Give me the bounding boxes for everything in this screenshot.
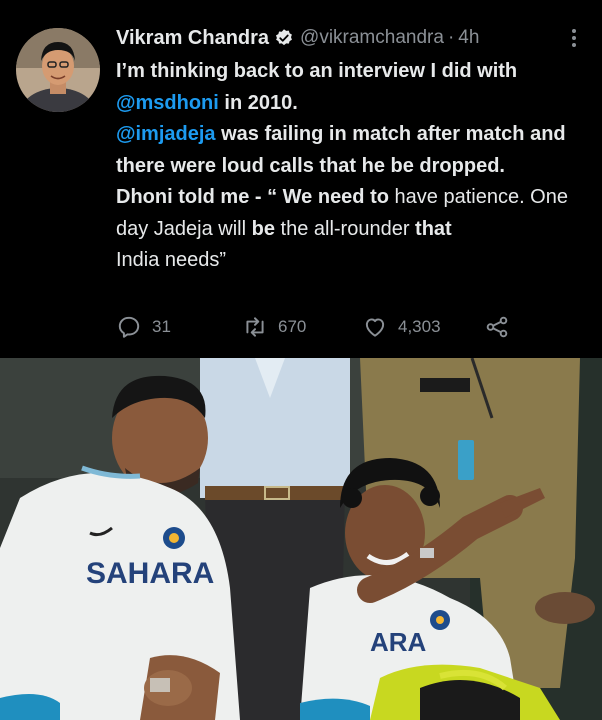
more-vertical-icon[interactable] — [562, 24, 586, 52]
reply-count: 31 — [152, 317, 171, 336]
text-segment: India needs” — [116, 249, 227, 271]
timestamp[interactable]: 4h — [458, 27, 479, 49]
tweet-card: Vikram Chandra @vikramchandra · 4h I’m t… — [0, 0, 602, 358]
photo-scene: SAHARA ARA — [0, 358, 602, 720]
like-count: 4,303 — [398, 317, 441, 336]
jersey-text: SAHARA — [86, 557, 214, 590]
mention-msdhoni[interactable]: @msdhoni — [116, 92, 219, 114]
share-icon — [486, 316, 508, 338]
tweet-text: I’m thinking back to an interview I did … — [116, 56, 594, 277]
text-segment: Dhoni told me - “ We need to — [116, 186, 389, 208]
tweet-actions: 31 670 4,303 — [116, 312, 556, 342]
heart-icon — [365, 318, 385, 337]
text-segment: in 2010. — [218, 91, 298, 114]
tweet-paragraph-1: I’m thinking back to an interview I did … — [116, 56, 594, 119]
tweet-header: Vikram Chandra @vikramchandra · 4h — [116, 24, 586, 52]
reply-button[interactable]: 31 — [116, 312, 171, 342]
mention-imjadeja[interactable]: @imjadeja — [116, 123, 216, 145]
retweet-button[interactable]: 670 — [242, 312, 306, 342]
text-segment: be — [251, 217, 275, 240]
separator-dot: · — [447, 27, 455, 48]
retweet-icon — [246, 317, 264, 337]
text-segment: the all-rounder — [274, 217, 416, 240]
author-handle[interactable]: @vikramchandra — [300, 27, 444, 49]
author-name[interactable]: Vikram Chandra — [116, 27, 269, 50]
avatar-image — [16, 28, 100, 112]
text-segment: I’m thinking back to an interview I did … — [116, 60, 518, 82]
like-button[interactable]: 4,303 — [362, 312, 441, 342]
tweet-paragraph-2: @imjadeja was failing in match after mat… — [116, 119, 594, 182]
tweet-paragraph-3: Dhoni told me - “ We need to have patien… — [116, 182, 594, 277]
text-segment: that — [415, 217, 452, 240]
verified-badge-icon — [274, 28, 294, 48]
avatar[interactable] — [16, 28, 100, 112]
retweet-count: 670 — [278, 317, 307, 336]
tweet-photo[interactable]: SAHARA ARA — [0, 358, 602, 720]
share-button[interactable] — [484, 312, 520, 342]
reply-icon — [118, 316, 140, 338]
svg-text:ARA: ARA — [370, 627, 427, 657]
